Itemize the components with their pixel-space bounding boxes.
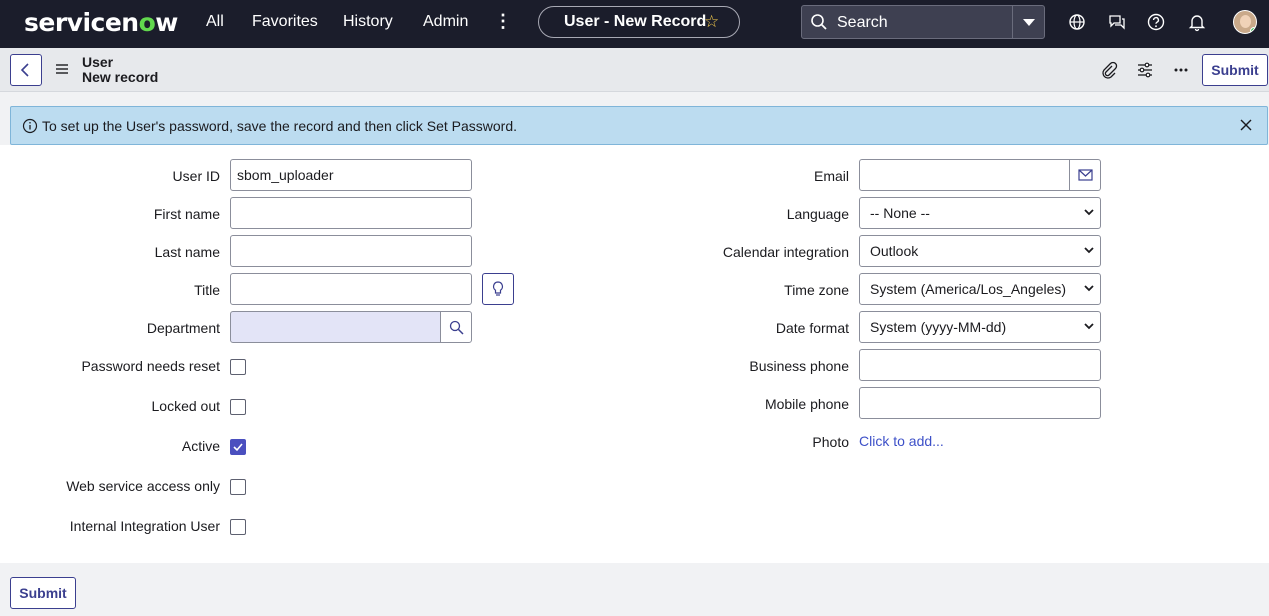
submit-button-bottom[interactable]: Submit — [10, 577, 76, 609]
mobile-phone-label: Mobile phone — [764, 396, 849, 412]
time-zone-select[interactable]: System (America/Los_Angeles) — [859, 273, 1101, 305]
submit-button-top[interactable]: Submit — [1202, 54, 1268, 86]
favorite-star-icon[interactable]: ☆ — [704, 12, 719, 32]
date-format-label: Date format — [775, 320, 849, 336]
language-select[interactable]: -- None -- — [859, 197, 1101, 229]
email-label: Email — [813, 168, 849, 184]
user-form: User ID sbom_uploader First name Last na… — [0, 145, 1269, 563]
record-context-pill[interactable]: User - New Record ☆ — [538, 6, 740, 38]
chevron-down-icon — [1084, 323, 1094, 330]
search-icon — [811, 14, 827, 30]
info-banner: To set up the User's password, save the … — [10, 106, 1268, 145]
chevron-down-icon — [1084, 285, 1094, 292]
chevron-down-icon — [1084, 209, 1094, 216]
nav-favorites[interactable]: Favorites — [252, 13, 318, 31]
calendar-integration-label: Calendar integration — [722, 244, 849, 260]
online-status-dot — [1250, 27, 1256, 33]
language-value: -- None -- — [870, 205, 930, 221]
time-zone-label: Time zone — [784, 282, 849, 298]
avatar-face — [1240, 15, 1251, 28]
search-input[interactable]: Search — [837, 14, 888, 32]
calendar-integration-value: Outlook — [870, 243, 919, 259]
search-scope-dropdown[interactable] — [1012, 6, 1044, 38]
business-phone-field[interactable] — [859, 349, 1101, 381]
info-icon — [22, 118, 38, 134]
calendar-integration-select[interactable]: Outlook — [859, 235, 1101, 267]
internal-integration-user-checkbox[interactable] — [230, 519, 246, 535]
chevron-down-icon — [1084, 247, 1094, 254]
business-phone-label: Business phone — [749, 358, 849, 374]
send-email-button[interactable] — [1069, 159, 1101, 191]
context-menu-icon[interactable] — [55, 63, 69, 75]
email-field[interactable] — [859, 159, 1070, 191]
nav-more-icon[interactable]: ⋮ — [494, 11, 512, 32]
close-icon[interactable] — [1239, 118, 1253, 132]
sliders-icon[interactable] — [1136, 61, 1154, 79]
chat-icon[interactable] — [1107, 12, 1127, 32]
top-navigation: servicenow All Favorites History Admin ⋮… — [0, 0, 1269, 48]
record-table-name: User — [82, 54, 114, 70]
help-icon[interactable] — [1146, 12, 1166, 32]
chevron-left-icon — [20, 63, 29, 77]
banner-message: To set up the User's password, save the … — [42, 118, 518, 134]
back-button[interactable] — [10, 54, 42, 86]
time-zone-value: System (America/Los_Angeles) — [870, 281, 1067, 297]
record-title: User New record — [82, 55, 158, 85]
avatar[interactable] — [1233, 10, 1257, 34]
record-pill-label: User - New Record — [564, 13, 707, 30]
photo-label: Photo — [812, 434, 849, 450]
nav-all[interactable]: All — [206, 13, 224, 31]
web-service-access-only-checkbox[interactable] — [230, 479, 246, 495]
language-label: Language — [786, 206, 849, 222]
internal-integration-user-label: Internal Integration User — [69, 518, 220, 534]
record-header: User New record Submit — [0, 48, 1269, 92]
globe-icon[interactable] — [1067, 12, 1087, 32]
paperclip-icon[interactable] — [1100, 61, 1118, 79]
date-format-select[interactable]: System (yyyy-MM-dd) — [859, 311, 1101, 343]
photo-add-link[interactable]: Click to add... — [859, 433, 944, 449]
record-state: New record — [82, 69, 159, 85]
more-icon[interactable] — [1172, 61, 1190, 79]
mobile-phone-field[interactable] — [859, 387, 1101, 419]
nav-history[interactable]: History — [343, 13, 393, 31]
date-format-value: System (yyyy-MM-dd) — [870, 319, 1007, 335]
bell-icon[interactable] — [1187, 12, 1207, 32]
servicenow-logo[interactable]: servicenow — [24, 8, 178, 37]
envelope-icon — [1078, 169, 1093, 181]
global-search[interactable]: Search — [801, 5, 1045, 39]
nav-admin[interactable]: Admin — [423, 13, 468, 31]
web-service-access-only-label: Web service access only — [66, 478, 220, 494]
